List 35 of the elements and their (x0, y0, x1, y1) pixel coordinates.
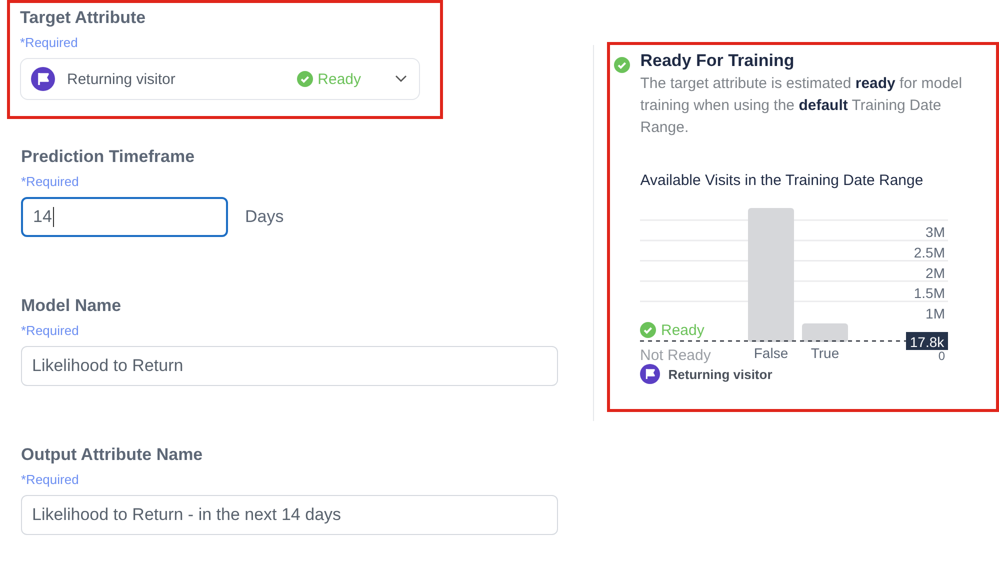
axis-tick-label: 1M (926, 305, 946, 322)
unit-label: Days (245, 207, 284, 227)
text-input[interactable]: Likelihood to Return (21, 346, 558, 386)
chart-title: Available Visits in the Training Date Range (640, 172, 924, 189)
axis-tick-label: 0 (938, 349, 946, 363)
field-label: Output Attribute Name (21, 444, 204, 466)
chevron-down-icon (395, 75, 407, 83)
axis-tick-label: 3M (926, 224, 946, 240)
category-label: False (754, 345, 788, 361)
check-icon (614, 57, 630, 73)
threshold-badge: 17.8k (906, 332, 948, 350)
text-input[interactable]: Likelihood to Return - in the next 14 days (21, 495, 558, 535)
axis-tick-label: 1.5M (914, 285, 946, 302)
field-label: Model Name (21, 295, 122, 317)
description-text: The target attribute is estimated ready for model training when using the default Training Date Range. (640, 74, 964, 138)
ready-label: Ready (661, 322, 705, 339)
attribute-select[interactable]: Returning visitor Ready (20, 58, 420, 100)
check-icon (640, 322, 656, 338)
axis-tick-label: 2.5M (914, 244, 946, 260)
panel-title: Ready For Training (640, 51, 796, 71)
field-label: Prediction Timeframe (21, 146, 196, 168)
legend-label: Returning visitor (668, 366, 772, 382)
flag-icon (640, 364, 660, 384)
category-label: True (811, 345, 840, 361)
field-label: Target Attribute (20, 7, 147, 29)
axis-tick-label: 2M (926, 264, 946, 281)
required-note: *Required (21, 323, 80, 338)
bar (802, 323, 848, 342)
required-note: *Required (20, 35, 79, 50)
flag-icon (31, 67, 55, 91)
required-note: *Required (21, 174, 80, 189)
required-note: *Required (21, 472, 80, 487)
not-ready-label: Not Ready (640, 347, 712, 364)
number-input[interactable]: 14 (21, 197, 228, 237)
check-icon (296, 71, 313, 87)
